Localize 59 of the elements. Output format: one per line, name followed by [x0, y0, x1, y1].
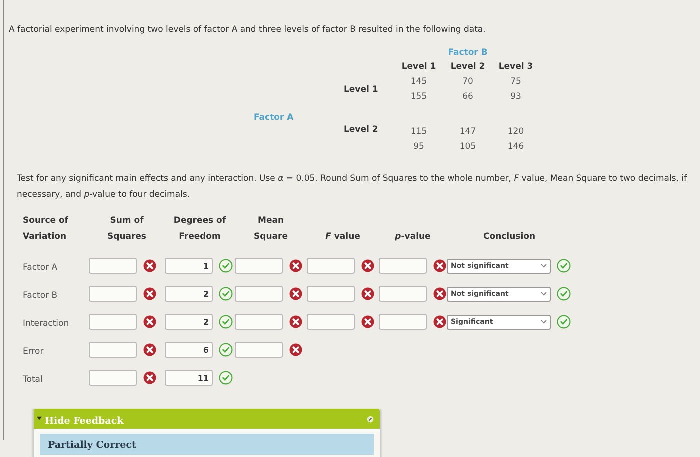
- column-header: Conclusion: [484, 231, 536, 244]
- source-label: Error: [23, 346, 45, 359]
- answer-field[interactable]: [89, 258, 137, 274]
- column-header: Sum of Squares: [106, 215, 148, 244]
- data-cell-text: 70: [462, 76, 474, 89]
- answer-field[interactable]: [379, 258, 427, 274]
- answer-field[interactable]: [235, 258, 283, 274]
- answer-field[interactable]: 11: [165, 370, 213, 386]
- answer-field[interactable]: 2: [165, 286, 213, 302]
- intro-text: A factorial experiment involving two levels of factor A and three levels of factor B resulted in the following data.: [9, 24, 487, 37]
- data-cell-text: 105: [458, 141, 478, 154]
- data-cell-text: 147: [458, 126, 478, 139]
- caret-icon: [541, 264, 547, 268]
- answer-field[interactable]: [307, 258, 355, 274]
- answer-field[interactable]: [89, 370, 137, 386]
- source-label: Interaction: [23, 318, 70, 331]
- answer-field[interactable]: [379, 286, 427, 302]
- caret-icon: [541, 320, 547, 324]
- data-cell-text: 93: [510, 91, 522, 104]
- column-header: Level 2: [450, 61, 486, 74]
- column-header: p-value: [395, 231, 431, 244]
- data-cell-text: 115: [410, 126, 428, 139]
- answer-field[interactable]: [235, 286, 283, 302]
- factor-b-label: Factor B: [447, 47, 489, 60]
- source-label: Factor A: [23, 262, 59, 275]
- row-label: Level 1: [344, 84, 380, 97]
- row-label: Level 2: [344, 125, 380, 137]
- source-label: Total: [23, 374, 44, 387]
- answer-field[interactable]: 1: [165, 258, 213, 274]
- answer-field[interactable]: [235, 314, 283, 330]
- column-header: Level 3: [498, 61, 534, 74]
- column-header: Level 1: [400, 61, 438, 74]
- answer-field[interactable]: [307, 314, 355, 330]
- column-header: Source of Variation: [23, 215, 70, 244]
- factor-a-label: Factor A: [254, 112, 295, 125]
- answer-field[interactable]: [307, 286, 355, 302]
- data-cell-text: 120: [506, 126, 526, 139]
- answer-field[interactable]: [89, 286, 137, 302]
- triangle-icon: [37, 416, 42, 421]
- data-cell-text: 146: [506, 141, 526, 154]
- answer-field[interactable]: 2: [165, 314, 213, 330]
- instructions-text: Test for any significant main effects and any interaction. Use α = 0.05. Round Sum of Squares to the whole number, F value, Mean Square to two decimals, if necessary, and p-value to four decimals.: [17, 173, 688, 202]
- column-header: Mean Square: [253, 215, 289, 244]
- pencil-icon: [367, 416, 374, 422]
- column-header: Degrees of Freedom: [172, 215, 228, 244]
- feedback-message: Partially Correct: [40, 434, 374, 455]
- data-cell-text: 66: [462, 91, 474, 104]
- data-cell-text: 95: [412, 141, 426, 154]
- source-label: Factor B: [23, 290, 59, 303]
- answer-field[interactable]: [235, 342, 283, 358]
- answer-field[interactable]: 6: [165, 342, 213, 358]
- answer-field[interactable]: [89, 342, 137, 358]
- column-header: F value: [326, 231, 360, 244]
- data-cell-text: 75: [510, 76, 522, 89]
- answer-field[interactable]: [379, 314, 427, 330]
- caret-icon: [541, 292, 547, 296]
- answer-field[interactable]: [89, 314, 137, 330]
- data-cell-text: 145: [410, 76, 428, 89]
- data-cell-text: 155: [410, 91, 428, 104]
